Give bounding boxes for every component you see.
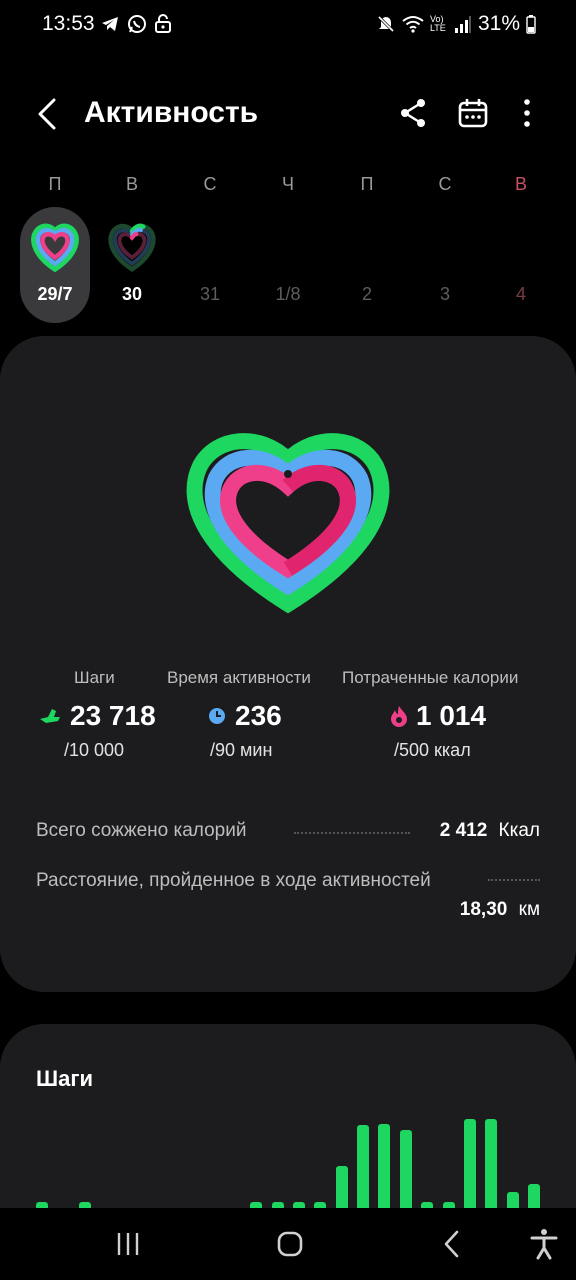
signal-icon (454, 16, 471, 33)
day-letter: В (514, 174, 527, 194)
row-divider (488, 879, 540, 881)
mute-icon (377, 15, 395, 33)
day-number: 29/7 (37, 284, 73, 304)
active-time-goal: /90 мин (210, 740, 273, 760)
total-burned-row: Всего сожжено калорий 2 412 Ккал (36, 820, 540, 842)
notification-icons (100, 14, 172, 34)
total-burned-label: Всего сожжено калорий (36, 820, 247, 841)
battery-icon (526, 15, 536, 34)
day-number: 30 (121, 284, 143, 304)
calories-value: 1 014 (416, 700, 487, 731)
chart-bar (507, 1192, 519, 1208)
activity-rings-mini-icon (31, 223, 79, 273)
day-item[interactable]: С 3 (410, 170, 480, 304)
day-letter: П (48, 174, 62, 194)
day-number: 4 (515, 284, 526, 304)
status-right: Vo) LTE 31% (376, 12, 536, 36)
day-number: 1/8 (275, 284, 301, 304)
distance-value: 18,30 (459, 899, 508, 920)
day-letter: С (203, 174, 217, 194)
accessibility-icon[interactable] (524, 1228, 564, 1260)
day-item[interactable]: В 4 (486, 170, 556, 304)
day-item[interactable]: С 31 (175, 170, 245, 304)
nav-back-button[interactable] (432, 1228, 472, 1260)
calories-label: Потраченные калории (342, 668, 519, 687)
activity-rings-mini-icon (108, 223, 156, 272)
lock-icon (155, 14, 171, 33)
chart-bar (464, 1119, 476, 1208)
calories-goal: /500 ккал (394, 740, 471, 760)
chart-bar (357, 1125, 369, 1208)
clock-icon (209, 708, 225, 724)
active-time-label: Время активности (167, 668, 311, 687)
steps-icon (40, 709, 60, 723)
day-number: 3 (439, 284, 450, 304)
row-divider (294, 832, 410, 834)
active-time-value: 236 (235, 700, 282, 731)
activity-rings-heart (186, 433, 390, 614)
home-button[interactable] (270, 1228, 310, 1260)
flame-icon (391, 706, 407, 727)
more-options-button[interactable] (512, 96, 542, 130)
day-number: 31 (199, 284, 221, 304)
system-nav-bar (0, 1208, 576, 1280)
active-time-metric: Время активности 236 /90 мин (167, 668, 311, 761)
page-title: Активность (84, 96, 259, 129)
calories-metric: Потраченные калории 1 014 /500 ккал (342, 668, 518, 761)
wifi-icon (402, 16, 424, 33)
day-letter: С (438, 174, 452, 194)
share-button[interactable] (396, 96, 430, 130)
steps-metric: Шаги 23 718 /10 000 (38, 668, 156, 761)
distance-unit: км (518, 899, 540, 920)
chart-bar (378, 1124, 390, 1208)
back-button[interactable] (28, 94, 68, 134)
week-selector: П 29/7 В 30 С 31 Ч 1/8 П 2 С 3 В 4 (0, 170, 576, 330)
steps-goal: /10 000 (64, 740, 125, 760)
day-item[interactable]: П 29/7 (20, 170, 90, 304)
battery-percent: 31% (477, 12, 520, 35)
recent-apps-button[interactable] (108, 1228, 148, 1260)
activity-summary-card[interactable]: Шаги 23 718 /10 000 Время активности 236… (0, 336, 576, 992)
status-time: 13:53 (42, 12, 95, 35)
day-item[interactable]: П 2 (332, 170, 402, 304)
distance-row: Расстояние, пройденное в ходе активносте… (36, 870, 540, 920)
steps-bar-chart (36, 1119, 540, 1208)
total-burned-value: 2 412 (439, 820, 488, 841)
distance-label: Расстояние, пройденное в ходе активносте… (36, 870, 431, 891)
whatsapp-icon (128, 15, 146, 33)
app-bar: Активность (0, 80, 576, 146)
steps-value: 23 718 (70, 700, 156, 731)
telegram-icon (102, 17, 118, 31)
day-item[interactable]: В 30 (97, 170, 167, 304)
calendar-button[interactable] (456, 96, 490, 130)
day-letter: Ч (282, 174, 294, 194)
chart-bar (336, 1166, 348, 1208)
status-bar: 13:53 Vo) LTE 31% (0, 0, 576, 50)
day-item[interactable]: Ч 1/8 (253, 170, 323, 304)
steps-label: Шаги (74, 668, 115, 687)
chart-bar (485, 1119, 497, 1208)
network-label: Vo) LTE (429, 14, 446, 33)
chart-bar (400, 1130, 412, 1208)
day-letter: П (360, 174, 374, 194)
chart-bar (528, 1184, 540, 1208)
day-letter: В (125, 174, 138, 194)
day-number: 2 (361, 284, 372, 304)
total-burned-unit: Ккал (498, 820, 540, 841)
